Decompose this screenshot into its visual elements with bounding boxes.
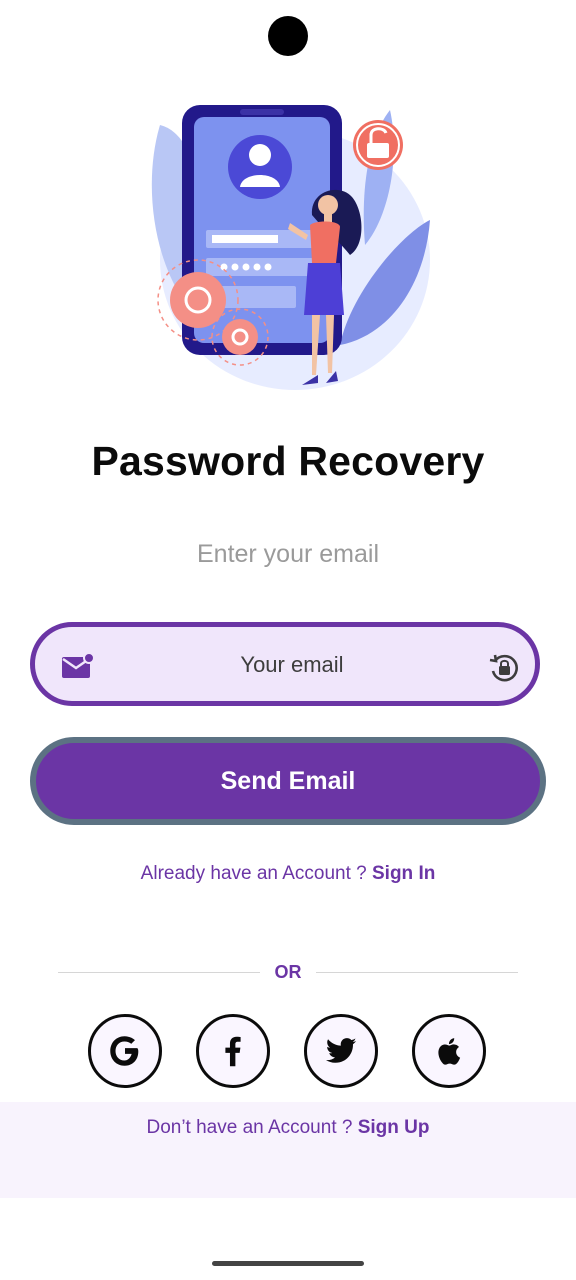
divider-left bbox=[58, 972, 260, 973]
email-input[interactable] bbox=[115, 637, 469, 693]
facebook-login-button[interactable] bbox=[196, 1014, 270, 1088]
or-label: OR bbox=[274, 962, 302, 982]
signin-prompt-text: Already have an Account ? bbox=[140, 863, 372, 884]
signup-link[interactable]: Sign Up bbox=[358, 1117, 430, 1138]
google-login-button[interactable] bbox=[88, 1014, 162, 1088]
page-title: Password Recovery bbox=[91, 438, 485, 484]
email-field[interactable] bbox=[30, 622, 540, 706]
signup-prompt-text: Don’t have an Account ? bbox=[146, 1117, 358, 1138]
app-screen: Password Recovery Enter your email Send … bbox=[0, 0, 576, 1280]
apple-icon bbox=[438, 1038, 461, 1065]
send-email-button[interactable]: Send Email bbox=[30, 737, 546, 825]
divider-right bbox=[316, 972, 518, 973]
twitter-login-button[interactable] bbox=[304, 1014, 378, 1088]
page-subtitle: Enter your email bbox=[196, 540, 380, 568]
facebook-icon bbox=[225, 1036, 241, 1067]
lock-reset-icon[interactable] bbox=[487, 651, 521, 685]
signin-link[interactable]: Sign In bbox=[372, 863, 435, 884]
signup-prompt: Don’t have an Account ? Sign Up bbox=[0, 1117, 576, 1139]
mail-icon bbox=[62, 653, 94, 678]
twitter-icon bbox=[325, 1038, 357, 1063]
signin-prompt: Already have an Account ? Sign In bbox=[0, 863, 576, 885]
password-recovery-illustration bbox=[151, 105, 430, 390]
home-indicator[interactable] bbox=[212, 1261, 364, 1266]
google-icon bbox=[110, 1036, 139, 1066]
front-camera bbox=[268, 16, 308, 56]
apple-login-button[interactable] bbox=[412, 1014, 486, 1088]
